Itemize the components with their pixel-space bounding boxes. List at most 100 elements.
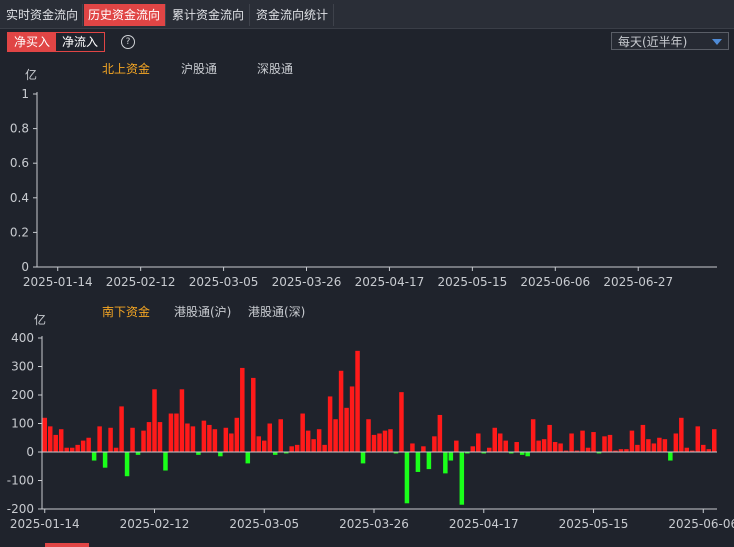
bar-positive [635,444,640,452]
bar-positive [344,407,349,452]
bar-positive [108,427,113,452]
bar-positive [327,396,333,452]
bar-negative [218,452,223,457]
bottom-x-tick-label: 2025-03-05 [229,517,299,531]
scroll-indicator [45,543,89,547]
bar-positive [42,417,47,452]
bar-positive [580,430,585,452]
bar-positive [657,437,662,452]
bar-negative [163,452,168,471]
bar-positive [146,422,152,452]
bar-positive [640,424,646,452]
bar-positive [119,406,124,452]
bar-positive [322,444,327,452]
bar-negative [443,452,448,474]
bar-positive [97,426,102,452]
bar-positive [421,446,426,452]
bar-positive [168,413,174,452]
bottom-y-tick-label: -200 [7,502,34,516]
bar-negative [415,452,421,472]
bar-positive [536,440,541,452]
bar-positive [300,413,305,452]
bar-positive [157,422,163,452]
bar-negative [448,452,454,461]
bar-negative [525,452,530,457]
bar-positive [47,426,53,452]
bar-positive [662,439,668,452]
bar-positive [201,420,207,452]
bar-positive [316,429,322,452]
bar-positive [349,386,355,452]
bottom-y-tick-label: 100 [11,417,34,431]
bar-positive [492,427,497,452]
bar-positive [547,424,552,452]
bar-positive [371,434,377,452]
bar-positive [294,444,300,452]
bar-positive [229,433,234,452]
bar-positive [558,443,563,452]
bar-positive [207,424,212,452]
bar-positive [541,439,547,452]
bar-positive [646,439,651,452]
bar-positive [305,430,311,452]
bar-positive [58,429,64,452]
bar-positive [607,434,613,452]
bar-positive [64,447,69,452]
bar-positive [185,423,190,452]
bar-positive [388,429,393,452]
bar-negative [404,452,410,504]
bar-negative [360,452,366,464]
bottom-y-tick-label: 0 [26,445,34,459]
bar-positive [278,419,283,452]
bar-positive [701,444,706,452]
bar-positive [673,433,679,452]
bar-positive [487,447,492,452]
bar-positive [470,446,476,452]
bottom-y-tick-label: 300 [11,360,34,374]
bar-positive [366,419,371,452]
bar-positive [602,436,607,452]
bar-positive [514,442,519,452]
bar-positive [130,427,135,452]
bar-positive [651,443,657,452]
bar-negative [245,452,251,464]
bar-negative [426,452,432,470]
bar-positive [262,440,267,452]
bar-positive [377,433,382,452]
bar-positive [695,426,701,452]
bar-positive [179,389,185,452]
bar-positive [267,423,272,452]
bottom-y-tick-label: -100 [7,474,34,488]
bar-negative [124,452,130,477]
bar-positive [585,447,591,452]
bar-positive [174,413,179,452]
bar-positive [410,443,415,452]
bottom-y-tick-label: 200 [11,388,34,402]
bar-positive [152,389,157,452]
bar-positive [476,433,481,452]
bar-positive [454,440,459,452]
bar-positive [141,430,146,452]
bar-positive [503,440,508,452]
bar-positive [80,440,86,452]
bottom-x-tick-label: 2025-03-26 [339,517,409,531]
bottom-x-tick-label: 2025-06-06 [668,517,734,531]
bar-positive [256,436,262,452]
bar-positive [289,446,294,452]
bottom-chart: -200 -100 0 100 200 300 400 2025-01-14 2025-02-1… [7,331,734,531]
bar-positive [679,417,684,452]
bar-positive [333,419,338,452]
bar-positive [212,429,218,452]
bottom-x-tick-label: 2025-01-14 [10,517,80,531]
bar-positive [497,433,503,452]
bar-positive [569,433,574,452]
bar-positive [684,447,690,452]
bar-positive [382,430,388,452]
bottom-y-tick-label: 400 [11,331,34,345]
bar-positive [530,419,536,452]
bottom-x-tick-label: 2025-02-12 [120,517,190,531]
bar-positive [552,442,558,452]
bar-positive [75,444,80,452]
bar-positive [437,414,443,452]
bar-positive [86,437,91,452]
